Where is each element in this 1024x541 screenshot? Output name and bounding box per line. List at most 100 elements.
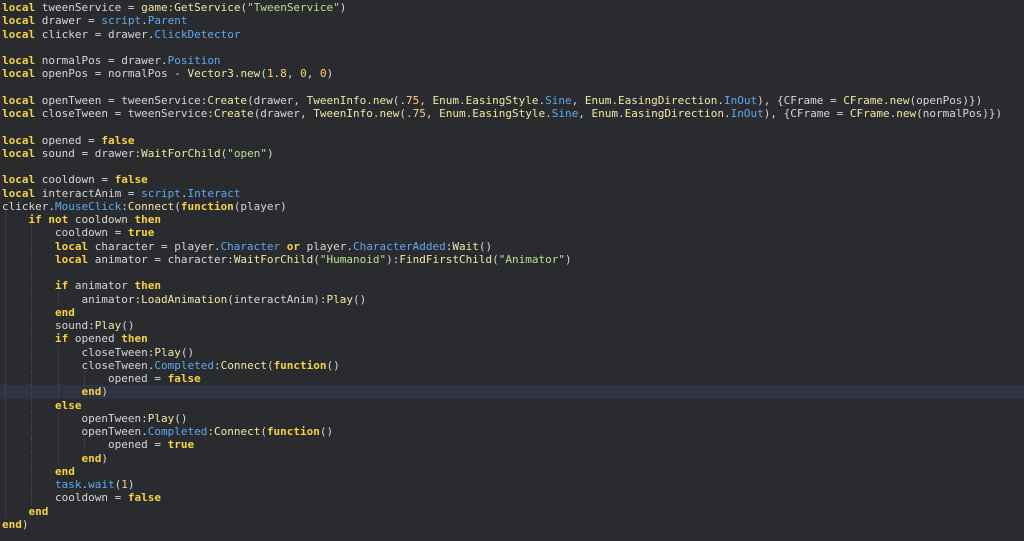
code-token: ,	[419, 93, 433, 107]
code-token: Completed	[147, 425, 208, 438]
code-token: end	[54, 305, 75, 319]
code-line[interactable]: local character = player.Character or pl…	[2, 239, 1024, 253]
indent-guide	[31, 252, 33, 266]
code-line[interactable]: end	[2, 464, 1024, 478]
code-token: WaitForChild	[141, 146, 221, 160]
code-line[interactable]: closeTween:Play()	[2, 345, 1024, 359]
code-line[interactable]	[2, 266, 1024, 280]
code-line[interactable]: local cooldown = false	[2, 173, 1024, 186]
indent-guide	[5, 372, 6, 386]
code-token: local	[2, 54, 36, 67]
code-line[interactable]: closeTween.Completed:Connect(function()	[2, 358, 1024, 372]
code-token: (.	[392, 93, 407, 107]
code-token: EasingDirection	[624, 107, 724, 120]
indent-guide	[31, 451, 33, 465]
code-line[interactable]: local openTween = tweenService:Create(dr…	[2, 94, 1024, 107]
indent-guide	[31, 279, 33, 293]
code-token: local	[2, 186, 36, 200]
code-token: CFrame	[849, 107, 890, 120]
code-line[interactable]: opened = true	[2, 438, 1024, 452]
code-token: 0	[319, 67, 327, 81]
code-token: )	[339, 1, 347, 14]
code-token: (	[174, 199, 181, 213]
code-token: sound = drawer:	[35, 146, 142, 160]
code-line[interactable]	[2, 81, 1024, 94]
indent-guide	[31, 266, 33, 280]
code-line[interactable]: local normalPos = drawer.Position	[2, 54, 1024, 67]
code-line[interactable]: sound:Play()	[2, 319, 1024, 333]
code-line[interactable]: local closeTween = tweenService:Create(d…	[2, 107, 1024, 120]
code-token: (normalPos)})	[916, 107, 1003, 120]
code-token: new	[889, 93, 910, 107]
code-token: ,	[578, 107, 592, 120]
code-token: ,	[286, 67, 301, 81]
indent-guide	[5, 332, 6, 346]
code-line[interactable]: local tweenService = game:GetService("Tw…	[2, 1, 1024, 14]
code-line[interactable]: opened = false	[2, 372, 1024, 386]
code-line[interactable]: end	[2, 504, 1024, 518]
indent-guide	[57, 292, 59, 306]
code-line[interactable]: cooldown = false	[2, 491, 1024, 505]
code-token: or	[286, 239, 301, 253]
code-token: ()	[319, 425, 334, 438]
code-token: ()	[121, 319, 135, 332]
code-token: openTween = tweenService:	[35, 93, 208, 107]
code-line[interactable]	[2, 120, 1024, 133]
indent-guide	[57, 385, 59, 399]
code-token: normalPos = drawer.	[35, 54, 168, 67]
code-line[interactable]: local openPos = normalPos - Vector3.new(…	[2, 67, 1024, 80]
code-line[interactable]: else	[2, 398, 1024, 412]
code-line[interactable]: if opened then	[2, 332, 1024, 346]
code-token: EasingStyle	[465, 93, 539, 107]
code-line[interactable]: local sound = drawer:WaitForChild("open"…	[2, 147, 1024, 160]
code-token: 75	[406, 93, 420, 107]
code-token: closeTween = tweenService:	[35, 107, 214, 120]
code-token: sound:	[54, 319, 95, 332]
code-line[interactable]: end	[2, 305, 1024, 319]
code-line[interactable]: local drawer = script.Parent	[2, 14, 1024, 27]
code-line[interactable]: if animator then	[2, 279, 1024, 293]
code-token: (.	[399, 107, 413, 120]
code-line[interactable]: local clicker = drawer.ClickDetector	[2, 28, 1024, 41]
code-line[interactable]: openTween:Play()	[2, 411, 1024, 425]
code-line[interactable]: task.wait(1)	[2, 478, 1024, 492]
code-token: false	[114, 173, 148, 187]
indent-guide	[5, 358, 6, 372]
code-line[interactable]: openTween.Completed:Connect(function()	[2, 425, 1024, 439]
code-line[interactable]: if not cooldown then	[2, 213, 1024, 227]
code-editor[interactable]: local tweenService = game: GetService ("Tw…	[0, 0, 1024, 541]
code-token: end	[2, 517, 22, 531]
code-token: local	[2, 173, 36, 187]
indent-guide	[5, 464, 6, 478]
code-line[interactable]: clicker.MouseClick:Connect(function(play…	[2, 200, 1024, 213]
code-token: function	[180, 199, 234, 213]
code-token: end	[28, 504, 49, 518]
code-token: )	[326, 67, 334, 81]
code-line[interactable]: local animator = character:WaitForChild(…	[2, 252, 1024, 266]
code-token: 1.8	[266, 67, 287, 81]
indent-guide	[57, 345, 59, 359]
indent-guide	[5, 411, 6, 425]
code-line[interactable]	[2, 160, 1024, 173]
code-line[interactable]: end)	[2, 518, 1024, 531]
code-line[interactable]: end)	[2, 451, 1024, 465]
code-token: Connect	[220, 358, 267, 372]
code-line[interactable]: local opened = false	[2, 134, 1024, 147]
indent-guide	[31, 358, 33, 372]
code-line[interactable]	[2, 41, 1024, 54]
code-token: (openPos)})	[909, 93, 983, 107]
code-token: ClickDetector	[154, 27, 241, 41]
code-line[interactable]: local interactAnim = script.Interact	[2, 187, 1024, 200]
indent-guide	[31, 372, 33, 386]
code-line[interactable]: cooldown = true	[2, 226, 1024, 240]
code-token: TweenInfo	[306, 93, 367, 107]
code-line[interactable]: animator:LoadAnimation(interactAnim):Pla…	[2, 292, 1024, 306]
indent-guide	[57, 411, 59, 425]
code-line[interactable]: end)	[0, 385, 1024, 399]
code-token: WaitForChild	[233, 252, 314, 266]
